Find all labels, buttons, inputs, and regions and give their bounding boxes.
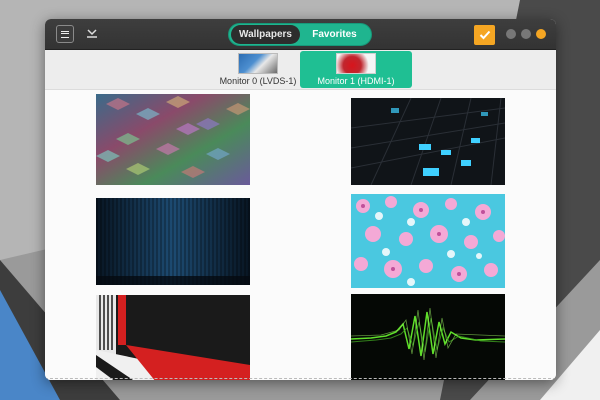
download-button[interactable] (85, 26, 99, 42)
minimize-button[interactable] (506, 29, 516, 39)
download-icon (87, 29, 97, 38)
wallpaper-thumbnail[interactable] (351, 194, 505, 288)
apply-button[interactable] (474, 25, 495, 45)
tab-wallpapers[interactable]: Wallpapers (231, 25, 300, 44)
hamburger-icon (61, 30, 69, 38)
wallpaper-thumbnail[interactable] (96, 295, 250, 380)
monitor-selector: Monitor 0 (LVDS-1) Monitor 1 (HDMI-1) (45, 50, 556, 90)
view-switcher: Wallpapers Favorites (228, 23, 372, 46)
monitor-thumbnail (336, 53, 376, 74)
maximize-button[interactable] (521, 29, 531, 39)
wallpaper-thumbnail[interactable] (96, 198, 250, 289)
monitor-0-option[interactable]: Monitor 0 (LVDS-1) (203, 51, 313, 88)
check-icon (479, 30, 490, 40)
wallpaper-thumbnail[interactable] (351, 98, 505, 189)
wallpaper-grid (45, 91, 556, 380)
close-button[interactable] (536, 29, 546, 39)
monitor-label: Monitor 1 (HDMI-1) (317, 76, 395, 86)
wallpaper-thumbnail[interactable] (351, 294, 505, 380)
monitor-label: Monitor 0 (LVDS-1) (219, 76, 297, 86)
headerbar: Wallpapers Favorites (45, 19, 556, 50)
menu-button[interactable] (56, 25, 74, 43)
monitor-1-option[interactable]: Monitor 1 (HDMI-1) (300, 51, 412, 88)
wallpaper-app-window: Wallpapers Favorites Monitor 0 (LVDS-1) … (45, 19, 556, 380)
grid-divider (45, 378, 556, 380)
wallpaper-thumbnail[interactable] (96, 94, 250, 185)
monitor-thumbnail (238, 53, 278, 74)
tab-favorites[interactable]: Favorites (300, 25, 369, 44)
